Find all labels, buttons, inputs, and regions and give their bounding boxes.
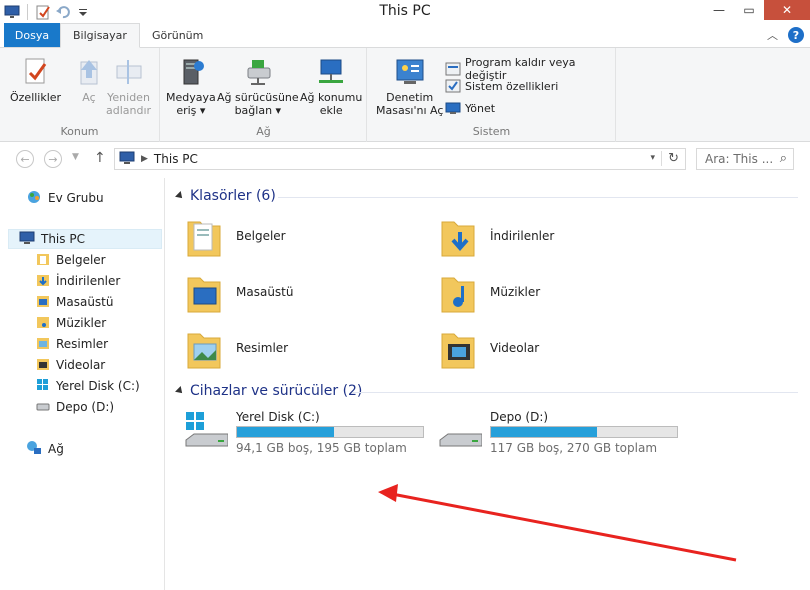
annotation-arrow — [378, 484, 737, 562]
